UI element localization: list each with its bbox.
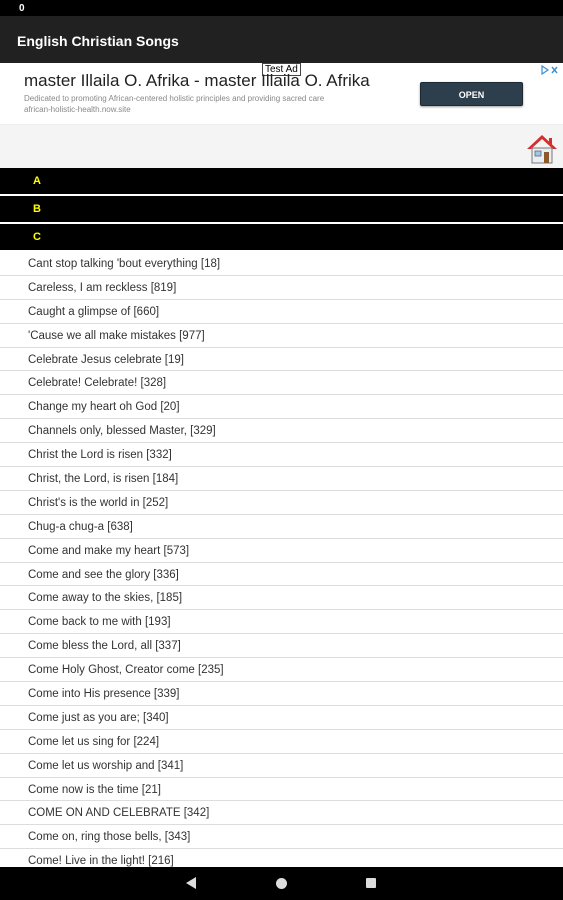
song-item[interactable]: Christ's is the world in [252] (0, 491, 563, 515)
song-item[interactable]: Careless, I am reckless [819] (0, 276, 563, 300)
home-icon[interactable] (525, 133, 559, 165)
song-item[interactable]: Come now is the time [21] (0, 778, 563, 802)
song-item[interactable]: Come and see the glory [336] (0, 563, 563, 587)
song-item[interactable]: COME ON AND CELEBRATE [342] (0, 801, 563, 826)
adchoices-icon[interactable] (541, 64, 559, 77)
status-indicator: 0 (19, 3, 25, 14)
song-list[interactable]: Cant stop talking 'bout everything [18] … (0, 252, 563, 867)
song-item[interactable]: Come and make my heart [573] (0, 539, 563, 563)
section-header-a[interactable]: A (0, 168, 563, 194)
song-item[interactable]: 'Cause we all make mistakes [977] (0, 324, 563, 348)
song-item[interactable]: Chug-a chug-a [638] (0, 515, 563, 539)
song-item[interactable]: Christ, the Lord, is risen [184] (0, 467, 563, 491)
section-header-c[interactable]: C (0, 224, 563, 250)
song-item[interactable]: Christ the Lord is risen [332] (0, 443, 563, 468)
section-label: B (33, 203, 41, 215)
system-nav-bar (0, 867, 563, 900)
ad-open-button[interactable]: OPEN (420, 82, 523, 106)
ad-title[interactable]: master Illaila O. Afrika - master Illail… (24, 71, 370, 91)
song-item[interactable]: Come bless the Lord, all [337] (0, 634, 563, 659)
section-label: C (33, 231, 41, 243)
section-label: A (33, 175, 41, 187)
ad-banner[interactable]: Test Ad master Illaila O. Afrika - maste… (0, 63, 563, 125)
song-item[interactable]: Come back to me with [193] (0, 610, 563, 635)
song-item[interactable]: Come into His presence [339] (0, 682, 563, 706)
song-item[interactable]: Come Holy Ghost, Creator come [235] (0, 658, 563, 683)
song-item[interactable]: Come just as you are; [340] (0, 706, 563, 730)
song-item[interactable]: Come away to the skies, [185] (0, 586, 563, 611)
status-bar: 0 (0, 0, 563, 16)
home-area (0, 125, 563, 168)
song-item[interactable]: Channels only, blessed Master, [329] (0, 419, 563, 444)
song-item[interactable]: Caught a glimpse of [660] (0, 300, 563, 324)
song-item[interactable]: Come! Live in the light! [216] (0, 849, 563, 867)
song-item[interactable]: Come let us sing for [224] (0, 730, 563, 754)
back-icon[interactable] (186, 877, 196, 889)
ad-description: Dedicated to promoting African-centered … (24, 94, 325, 103)
app-title: English Christian Songs (17, 33, 179, 49)
recents-icon[interactable] (366, 878, 376, 888)
song-item[interactable]: Come on, ring those bells, [343] (0, 825, 563, 850)
section-header-b[interactable]: B (0, 196, 563, 222)
home-circle-icon[interactable] (276, 878, 287, 889)
song-item[interactable]: Celebrate! Celebrate! [328] (0, 371, 563, 396)
song-item[interactable]: Celebrate Jesus celebrate [19] (0, 348, 563, 372)
song-item[interactable]: Change my heart oh God [20] (0, 395, 563, 420)
ad-url: african-holistic-health.now.site (24, 105, 131, 114)
app-bar: English Christian Songs (0, 16, 563, 63)
song-item[interactable]: Cant stop talking 'bout everything [18] (0, 252, 563, 276)
song-item[interactable]: Come let us worship and [341] (0, 754, 563, 778)
